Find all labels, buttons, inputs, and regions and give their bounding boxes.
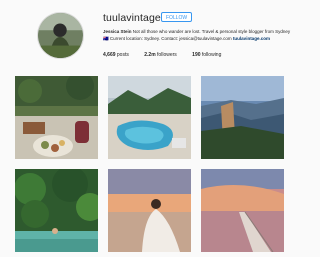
post-garden-breakfast[interactable] xyxy=(15,76,98,159)
following-count[interactable]: 190 following xyxy=(192,52,221,58)
bio-email: jessica@tuulavintage.com xyxy=(179,36,232,41)
post-jungle-pool[interactable] xyxy=(15,169,98,252)
bio-name: Jessica Stein xyxy=(103,29,132,34)
posts-count: 4,669 posts xyxy=(103,52,129,58)
post-sunset-beach-dress[interactable] xyxy=(108,169,191,252)
post-pool-mountains[interactable] xyxy=(108,76,191,159)
bio: Jessica Stein Not all those who wander a… xyxy=(103,28,293,42)
username: tuulavintage xyxy=(103,12,161,24)
follow-button[interactable]: FOLLOW xyxy=(161,12,193,22)
post-blue-mountains[interactable] xyxy=(201,76,284,159)
bio-link[interactable]: tuulavintage.com xyxy=(233,36,270,41)
avatar[interactable] xyxy=(37,12,84,59)
post-sunset-jetty[interactable] xyxy=(201,169,284,252)
profile-header: tuulavintage FOLLOW Jessica Stein Not al… xyxy=(0,0,300,74)
followers-count[interactable]: 2.2m followers xyxy=(144,52,177,58)
profile-stats: 4,669 posts 2.2m followers 190 following xyxy=(103,52,235,58)
